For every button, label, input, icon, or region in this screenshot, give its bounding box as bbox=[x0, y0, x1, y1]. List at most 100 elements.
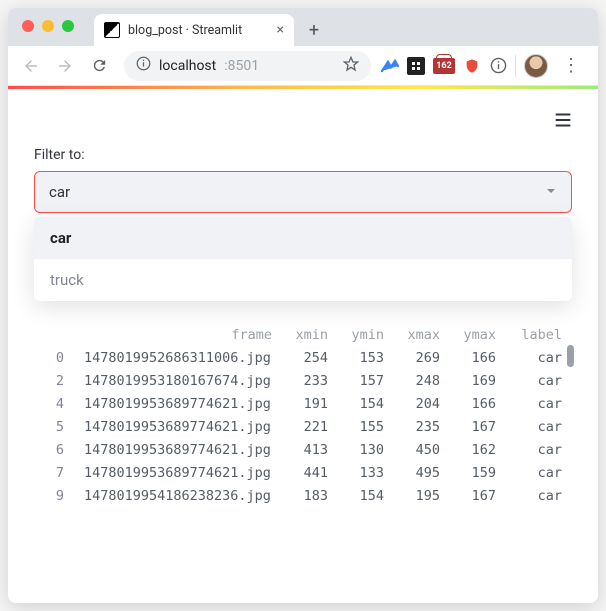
row-index: 6 bbox=[34, 442, 78, 458]
chevron-down-icon bbox=[545, 183, 557, 201]
cell-label: car bbox=[502, 442, 562, 458]
row-index: 5 bbox=[34, 419, 78, 435]
cell-xmax: 269 bbox=[390, 350, 446, 366]
row-index: 4 bbox=[34, 396, 78, 412]
cell-xmin: 221 bbox=[278, 419, 334, 435]
divider bbox=[515, 55, 516, 77]
browser-window: blog_post · Streamlit × + localhost :8501 bbox=[8, 8, 598, 603]
address-bar[interactable]: localhost :8501 bbox=[124, 51, 371, 81]
cell-frame: 1478019952686311006.jpg bbox=[78, 350, 278, 366]
table-header: frame xmin ymin xmax ymax label bbox=[34, 323, 572, 346]
app-menu-button[interactable] bbox=[552, 109, 574, 135]
col-label: label bbox=[502, 327, 562, 343]
cell-frame: 1478019954186238236.jpg bbox=[78, 488, 278, 504]
streamlit-favicon bbox=[104, 22, 120, 38]
cell-ymax: 167 bbox=[446, 488, 502, 504]
dataframe[interactable]: frame xmin ymin xmax ymax label 01478019… bbox=[34, 323, 572, 507]
profile-avatar[interactable] bbox=[524, 54, 548, 78]
cell-ymin: 133 bbox=[334, 465, 390, 481]
option-truck[interactable]: truck bbox=[34, 259, 572, 301]
cell-xmin: 441 bbox=[278, 465, 334, 481]
cell-label: car bbox=[502, 396, 562, 412]
col-frame: frame bbox=[78, 327, 278, 343]
cell-frame: 1478019953689774621.jpg bbox=[78, 396, 278, 412]
cell-ymax: 166 bbox=[446, 396, 502, 412]
cell-xmax: 450 bbox=[390, 442, 446, 458]
col-xmin: xmin bbox=[278, 327, 334, 343]
cell-ymin: 154 bbox=[334, 396, 390, 412]
col-ymax: ymax bbox=[446, 327, 502, 343]
cell-xmax: 495 bbox=[390, 465, 446, 481]
extension-badge[interactable]: 162 bbox=[433, 58, 455, 74]
col-ymin: ymin bbox=[334, 327, 390, 343]
cell-xmin: 191 bbox=[278, 396, 334, 412]
reload-button[interactable] bbox=[84, 51, 114, 81]
row-index: 0 bbox=[34, 350, 78, 366]
cell-ymin: 154 bbox=[334, 488, 390, 504]
cell-xmin: 413 bbox=[278, 442, 334, 458]
url-port: :8501 bbox=[224, 58, 259, 74]
arrow-right-icon bbox=[56, 57, 74, 75]
url-host: localhost bbox=[159, 58, 216, 74]
select-container: car car truck bbox=[34, 171, 572, 213]
back-button[interactable] bbox=[16, 51, 46, 81]
forward-button[interactable] bbox=[50, 51, 80, 81]
browser-menu-button[interactable]: ⋮ bbox=[556, 55, 586, 76]
scrollbar-thumb[interactable] bbox=[567, 345, 574, 367]
maximize-window-button[interactable] bbox=[62, 20, 74, 32]
cell-ymax: 166 bbox=[446, 350, 502, 366]
bookmark-star-icon[interactable] bbox=[343, 56, 359, 76]
cell-ymin: 157 bbox=[334, 373, 390, 389]
cell-ymin: 130 bbox=[334, 442, 390, 458]
cell-ymin: 155 bbox=[334, 419, 390, 435]
cell-xmax: 195 bbox=[390, 488, 446, 504]
filter-select[interactable]: car bbox=[34, 171, 572, 213]
cell-ymax: 169 bbox=[446, 373, 502, 389]
option-car[interactable]: car bbox=[34, 217, 572, 259]
row-index: 9 bbox=[34, 488, 78, 504]
tab-strip: blog_post · Streamlit × + bbox=[8, 8, 598, 46]
table-row[interactable]: 71478019953689774621.jpg441133495159car bbox=[34, 461, 572, 484]
window-controls bbox=[22, 20, 74, 32]
extension-icon[interactable] bbox=[381, 57, 399, 75]
table-row[interactable]: 01478019952686311006.jpg254153269166car bbox=[34, 346, 572, 369]
shield-icon[interactable] bbox=[463, 57, 481, 75]
cell-ymax: 162 bbox=[446, 442, 502, 458]
info-icon[interactable] bbox=[489, 57, 507, 75]
cell-label: car bbox=[502, 488, 562, 504]
browser-tab[interactable]: blog_post · Streamlit × bbox=[94, 14, 294, 46]
reload-icon bbox=[91, 57, 108, 74]
table-row[interactable]: 91478019954186238236.jpg183154195167car bbox=[34, 484, 572, 507]
tab-title: blog_post · Streamlit bbox=[128, 23, 269, 38]
cell-xmax: 204 bbox=[390, 396, 446, 412]
cell-ymax: 159 bbox=[446, 465, 502, 481]
cell-ymin: 153 bbox=[334, 350, 390, 366]
row-index: 2 bbox=[34, 373, 78, 389]
select-dropdown: car truck bbox=[34, 217, 572, 301]
browser-toolbar: localhost :8501 162 ⋮ bbox=[8, 46, 598, 86]
new-tab-button[interactable]: + bbox=[300, 16, 328, 44]
table-row[interactable]: 61478019953689774621.jpg413130450162car bbox=[34, 438, 572, 461]
row-index: 7 bbox=[34, 465, 78, 481]
cell-xmax: 248 bbox=[390, 373, 446, 389]
app-content: Filter to: car car truck frame bbox=[8, 89, 598, 603]
close-tab-icon[interactable]: × bbox=[277, 22, 284, 38]
cell-frame: 1478019953689774621.jpg bbox=[78, 419, 278, 435]
cell-xmax: 235 bbox=[390, 419, 446, 435]
cell-frame: 1478019953689774621.jpg bbox=[78, 442, 278, 458]
table-row[interactable]: 21478019953180167674.jpg233157248169car bbox=[34, 369, 572, 392]
cell-label: car bbox=[502, 465, 562, 481]
extension-icon[interactable] bbox=[407, 57, 425, 75]
table-row[interactable]: 51478019953689774621.jpg221155235167car bbox=[34, 415, 572, 438]
filter-label: Filter to: bbox=[34, 147, 572, 163]
close-window-button[interactable] bbox=[22, 20, 34, 32]
minimize-window-button[interactable] bbox=[42, 20, 54, 32]
cell-label: car bbox=[502, 419, 562, 435]
cell-xmin: 183 bbox=[278, 488, 334, 504]
table-row[interactable]: 41478019953689774621.jpg191154204166car bbox=[34, 392, 572, 415]
extensions: 162 ⋮ bbox=[381, 54, 590, 78]
site-info-icon[interactable] bbox=[136, 56, 151, 75]
cell-xmin: 254 bbox=[278, 350, 334, 366]
cell-xmin: 233 bbox=[278, 373, 334, 389]
cell-frame: 1478019953180167674.jpg bbox=[78, 373, 278, 389]
